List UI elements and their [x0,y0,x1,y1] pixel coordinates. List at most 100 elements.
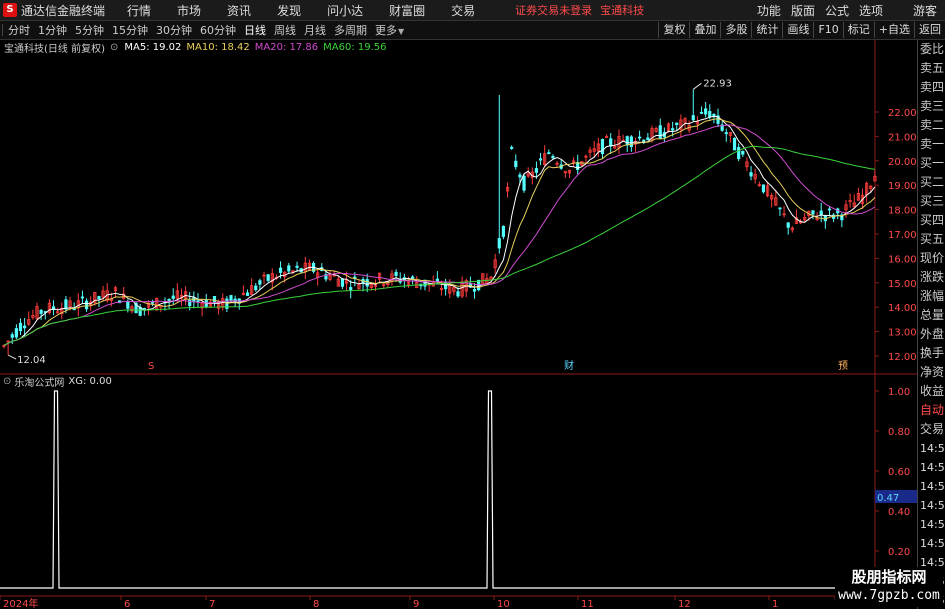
period-tab-60min[interactable]: 60分钟 [197,22,239,38]
side-item: 卖一 [920,137,945,151]
main-chart-legend: 宝通科技(日线 前复权) ⊙ MA5: 19.02 MA10: 18.42 MA… [0,40,392,55]
f10-button[interactable]: F10 [813,22,842,38]
app-logo: S [3,3,17,17]
candle-body [691,115,695,121]
period-tab-weekly[interactable]: 周线 [271,22,299,38]
menu-item-options[interactable]: 选项 [859,2,883,19]
candle-body [638,136,642,139]
candle-body [514,160,518,168]
period-tab-multi[interactable]: 多周期 [331,22,370,38]
side-item: 净资 [920,365,945,379]
candle-body [349,287,353,291]
guest-account[interactable]: 游客 [913,2,937,19]
menu-item-market[interactable]: 市场 [177,2,201,19]
quote-side-panel: 委比 卖五 卖四 卖三 卖二 卖一 买一 买二 买三 买四 买五 现价 涨跌 涨幅 总量 外盘 换手 净资 收益 自动… [917,40,945,609]
side-item: 现价 [920,251,945,265]
xg-indicator-series [0,390,875,589]
candle-body [699,111,704,114]
menu-item-layout[interactable]: 版面 [791,2,815,19]
settings-gear-icon[interactable]: ⊙ [3,376,11,387]
time-tick-label: 8 [313,599,319,609]
side-item: 涨幅 [920,289,945,303]
side-item: 买一 [920,156,945,170]
stock-title: 宝通科技(日线 前复权) [4,44,105,55]
candle-body [671,128,675,131]
chart-tools: 复权 叠加 多股 统计 画线 F10 标记 +自选 返回 [658,21,945,39]
tick-time: 14:56 [920,461,945,474]
candle-body [609,138,613,147]
period-tab-more[interactable]: 更多▼ [372,22,407,38]
candle-body [10,334,14,338]
period-tab-daily[interactable]: 日线 [241,22,269,38]
candle-body [724,132,728,135]
price-tick-label: 19.00 [888,181,917,192]
candle-body [142,307,146,310]
indicator-tick-label: 0.80 [888,427,910,438]
draw-line-button[interactable]: 画线 [782,22,813,38]
indicator-tick-label: 0.60 [888,467,910,478]
side-item: 买五 [920,232,945,246]
candle-body [538,158,543,161]
candle-body [14,328,18,338]
event-marker: 财 [564,359,574,372]
ma60-label: MA60: 19.56 [323,42,387,53]
menu-item-formula[interactable]: 公式 [825,2,849,19]
login-status[interactable]: 证券交易未登录 [515,2,592,18]
trade-label[interactable]: 交易 [918,420,945,439]
menu-item-news[interactable]: 资讯 [227,2,251,19]
chart-axes: 22.00 21.00 20.00 19.00 18.00 17.00 16.00 15.00… [0,78,917,609]
watermark-logo: 股朋指标网 www.7gpzb.com [835,567,943,607]
candle-body [287,265,291,272]
period-tab-30min[interactable]: 30分钟 [153,22,195,38]
tick-time: 14:56 [920,518,945,531]
chart-grid [0,40,917,597]
period-tab-intraday[interactable]: 分时 [5,22,33,38]
divider [2,24,3,36]
candle-body [547,152,551,155]
menu-item-discover[interactable]: 发现 [277,2,301,19]
multi-stock-button[interactable]: 多股 [720,22,751,38]
period-tab-15min[interactable]: 15分钟 [109,22,151,38]
tick-time: 14:56 [920,480,945,493]
time-tick-label: 7 [209,599,215,609]
candle-body [245,292,250,296]
candle-body [39,309,43,314]
candle-body [732,137,737,151]
period-tab-monthly[interactable]: 月线 [301,22,329,38]
price-tick-label: 20.00 [888,157,917,168]
candle-body [522,175,526,191]
period-tab-1min[interactable]: 1分钟 [35,22,70,38]
sub-chart-title: 乐淘公式网 [14,377,65,389]
side-item: 换手 [920,346,945,360]
price-tick-label: 14.00 [888,303,917,314]
auto-label[interactable]: 自动 [918,401,945,420]
candle-body [394,271,398,276]
indicator-tick-label: 1.00 [888,387,910,398]
candle-body [138,307,142,316]
candle-body [600,139,605,155]
menu-item-function[interactable]: 功能 [757,2,781,19]
menu-item-trade[interactable]: 交易 [451,2,475,19]
kline-chart[interactable]: 22.00 21.00 20.00 19.00 18.00 17.00 16.00 15.00… [0,40,917,609]
candle-body [827,208,832,211]
add-watchlist-button[interactable]: +自选 [873,22,914,38]
overlay-button[interactable]: 叠加 [689,22,720,38]
adjust-button[interactable]: 复权 [658,22,689,38]
period-tab-5min[interactable]: 5分钟 [72,22,107,38]
candle-body [737,147,741,160]
event-marker: 预 [838,360,848,372]
settings-gear-icon[interactable]: ⊙ [110,42,118,53]
mark-button[interactable]: 标记 [842,22,874,38]
candle-body [708,111,712,118]
stats-button[interactable]: 统计 [751,22,782,38]
price-tick-label: 12.00 [888,352,917,363]
menu-item-wealth[interactable]: 财富圈 [389,2,425,19]
menu-item-quotes[interactable]: 行情 [127,2,151,19]
ma20-label: MA20: 17.86 [254,42,319,53]
candle-body [18,322,23,332]
menu-item-ask[interactable]: 问小达 [327,2,363,19]
more-label: 更多 [375,24,397,37]
side-item: 收益 [920,384,945,398]
back-button[interactable]: 返回 [914,22,945,38]
indicator-tick-label: 0.40 [888,507,910,518]
